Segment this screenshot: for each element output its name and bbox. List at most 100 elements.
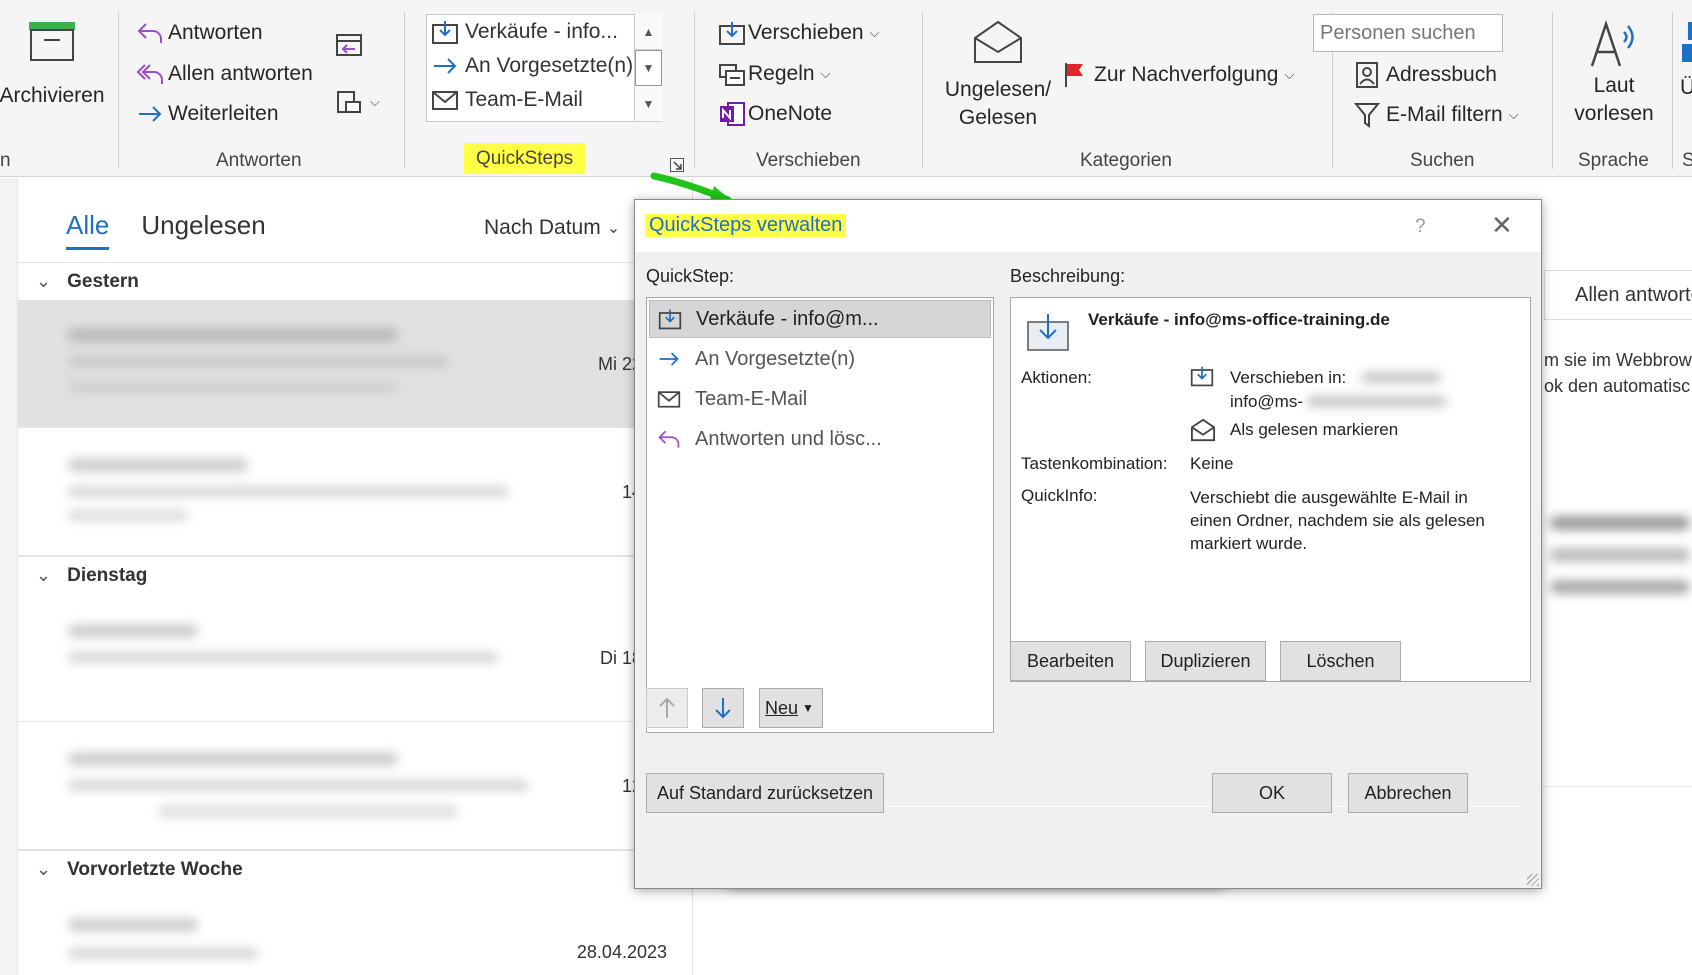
translate-button[interactable]: Über (1680, 18, 1692, 102)
tab-unread[interactable]: Ungelesen (141, 210, 265, 241)
quickstep-item-team-mail[interactable]: Team-E-Mail (649, 380, 991, 418)
chevron-down-icon: ⌵ (820, 66, 831, 81)
action-move-target: info@ms- (1230, 392, 1303, 411)
description-label: Beschreibung: (1010, 266, 1126, 286)
rules-button[interactable]: Regeln ⌵ (718, 61, 830, 87)
list-item[interactable]: 12:42 (18, 722, 693, 850)
onenote-icon (720, 102, 745, 126)
scroll-down-icon[interactable]: ▼ (635, 50, 662, 86)
addressbook-button[interactable]: Adressbuch (1354, 61, 1497, 89)
group-header-week[interactable]: ⌄ Vorvorletzte Woche (18, 850, 693, 888)
forward-button[interactable]: Weiterleiten (136, 101, 279, 127)
chevron-down-icon: ⌄ (36, 271, 52, 291)
arrow-down-icon (715, 698, 731, 719)
forward-icon (434, 58, 457, 74)
translate-icon (1682, 22, 1692, 62)
more-respond-button[interactable]: ⌵ (334, 88, 380, 116)
list-item[interactable]: Di 18:03 (18, 594, 693, 722)
group-header-yesterday[interactable]: ⌄ Gestern (18, 262, 693, 300)
quickstep-item-sales[interactable]: Verkäufe - info@m... (649, 300, 991, 338)
reset-defaults-button[interactable]: Auf Standard zurücksetzen (646, 773, 884, 813)
chevron-down-icon: ⌄ (36, 565, 52, 585)
follow-up-button[interactable]: Zur Nachverfolgung ⌵ (1062, 61, 1294, 89)
group-label-quicksteps: QuickSteps (464, 143, 586, 174)
tab-all[interactable]: Alle (66, 210, 110, 250)
forward-icon (139, 106, 162, 122)
quickstep-item-team-mail[interactable]: Team-E-Mail (431, 87, 583, 113)
sort-dropdown[interactable]: Nach Datum ⌄ (484, 216, 620, 240)
envelope-icon (657, 391, 681, 408)
more-respond-icon (337, 91, 361, 113)
chevron-down-icon: ⌄ (606, 220, 621, 237)
unread-read-button[interactable]: Ungelesen/ Gelesen (938, 18, 1058, 132)
group-label-find: Suchen (1410, 150, 1475, 171)
archive-icon (29, 22, 75, 61)
meeting-reply-button[interactable] (334, 30, 364, 58)
separator (694, 12, 695, 169)
body-text-line: ok den automatisc (1544, 376, 1691, 396)
people-search-input[interactable]: Personen suchen (1313, 14, 1503, 52)
filter-mail-button[interactable]: E-Mail filtern ⌵ (1354, 101, 1519, 129)
list-item[interactable]: Mi 22:50 (18, 300, 693, 428)
move-button[interactable]: Verschieben ⌵ (718, 20, 879, 46)
reply-icon (137, 23, 162, 43)
move-up-button[interactable] (646, 688, 688, 728)
group-header-tuesday[interactable]: ⌄ Dienstag (18, 556, 693, 594)
edit-button[interactable]: Bearbeiten (1010, 641, 1131, 681)
addressbook-icon (1356, 62, 1378, 88)
gallery-scrollbar[interactable]: ▲ ▼ ▼ (634, 14, 662, 122)
quickstep-list[interactable]: Verkäufe - info@m... An Vorgesetzte(n) T… (646, 297, 994, 733)
reply-all-icon (136, 64, 163, 84)
group-label-speech: Sprache (1578, 150, 1649, 171)
mail-date: 28.04.2023 (576, 942, 667, 962)
separator (404, 12, 405, 169)
help-icon[interactable]: ? (1415, 216, 1426, 238)
envelope-open-icon (974, 20, 1022, 63)
envelope-icon (432, 91, 458, 110)
ribbon: n Archivieren Antworten Allen antworten … (0, 0, 1692, 177)
quickstep-item-manager[interactable]: An Vorgesetzte(n) (431, 53, 633, 79)
tooltip-label: QuickInfo: (1021, 486, 1098, 505)
mail-list: Alle Ungelesen Nach Datum ⌄ ⌄ Gestern Mi … (18, 178, 693, 975)
cancel-button[interactable]: Abbrechen (1348, 773, 1468, 813)
arrow-up-icon (659, 697, 675, 718)
read-aloud-button[interactable]: Laut vorlesen (1564, 18, 1664, 128)
scroll-up-icon[interactable]: ▲ (635, 14, 662, 50)
list-item[interactable]: 14:46 (18, 428, 693, 556)
group-label-speech-2: Spr (1682, 150, 1692, 172)
quickstep-item-sales[interactable]: Verkäufe - info... (431, 19, 618, 45)
calendar-reply-icon (336, 34, 362, 56)
move-to-folder-icon (1027, 314, 1069, 351)
archive-button[interactable]: Archivieren (0, 18, 112, 110)
action-move: Verschieben in: (1230, 368, 1347, 387)
folder-pane-collapsed (0, 178, 18, 975)
flag-icon (1065, 63, 1083, 87)
chevron-down-icon: ⌄ (36, 859, 52, 879)
resize-grip[interactable] (1527, 874, 1539, 886)
gallery-expand-icon[interactable]: ▼ (635, 86, 662, 122)
forward-icon (659, 352, 679, 366)
new-dropdown-button[interactable]: Neu ▼ (759, 688, 823, 728)
close-icon[interactable]: ✕ (1491, 210, 1513, 241)
move-down-button[interactable] (702, 688, 744, 728)
quickstep-name: Verkäufe - info@ms-office-training.de (1088, 310, 1390, 329)
move-to-folder-icon (1190, 366, 1214, 387)
quickstep-item-reply-delete[interactable]: Antworten und lösc... (649, 420, 991, 458)
ok-button[interactable]: OK (1212, 773, 1332, 813)
list-item[interactable]: 28.04.2023 (18, 888, 693, 975)
reply-all-button[interactable]: Allen antworten (136, 61, 313, 87)
delete-button[interactable]: Löschen (1280, 641, 1401, 681)
caret-down-icon: ▼ (802, 701, 814, 715)
separator (1552, 12, 1553, 169)
shortcut-label: Tastenkombination: (1021, 454, 1168, 473)
body-text-line: m sie im Webbrow (1544, 350, 1692, 370)
group-label-left: n (0, 150, 11, 171)
reply-button[interactable]: Antworten (136, 20, 263, 46)
description-panel: Verkäufe - info@ms-office-training.de Ak… (1010, 297, 1531, 682)
reply-all-button[interactable]: Allen antworten (1544, 270, 1692, 320)
duplicate-button[interactable]: Duplizieren (1145, 641, 1266, 681)
quickstep-item-manager[interactable]: An Vorgesetzte(n) (649, 340, 991, 378)
filter-icon (1354, 103, 1380, 128)
onenote-button[interactable]: OneNote (718, 101, 832, 127)
dialog-titlebar: QuickSteps verwalten ? ✕ (635, 200, 1541, 252)
